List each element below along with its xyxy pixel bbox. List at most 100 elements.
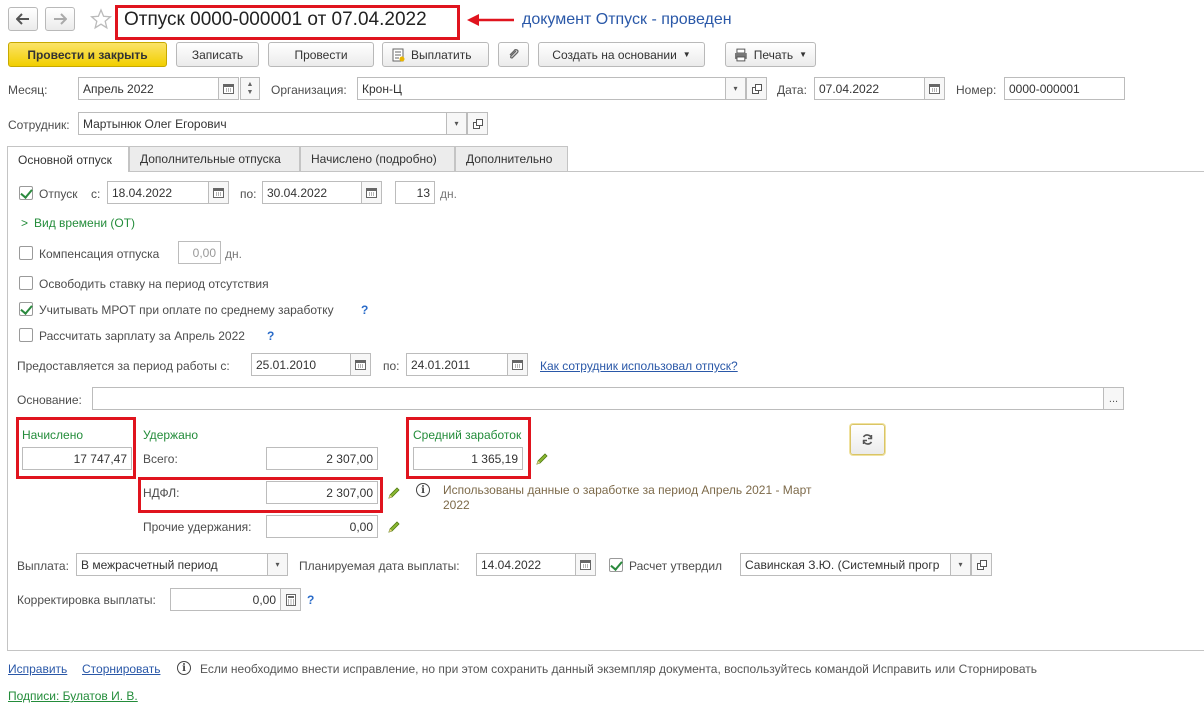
vacation-from-field[interactable]: 18.04.2022 [107, 181, 209, 204]
period-from-value: 25.01.2010 [256, 357, 317, 372]
employee-field[interactable]: Мартынюк Олег Егорович [78, 112, 447, 135]
favorite-star-icon[interactable] [90, 8, 112, 30]
month-calendar-button[interactable] [218, 77, 239, 100]
spin-down-icon: ▼ [246, 88, 254, 96]
chevron-down-icon: ▾ [275, 560, 280, 569]
vacation-from-label: с: [91, 187, 101, 201]
payment-correction-field[interactable]: 0,00 [170, 588, 281, 611]
organization-dropdown-button[interactable]: ▾ [725, 77, 746, 100]
approved-by-open-button[interactable] [971, 553, 992, 576]
compensation-field[interactable]: 0,00 [178, 241, 221, 264]
spin-up-icon: ▲ [246, 80, 254, 88]
period-to-label: по: [383, 359, 400, 373]
calc-salary-label: Рассчитать зарплату за Апрель 2022 [39, 329, 245, 343]
recalculate-button[interactable] [850, 424, 885, 455]
date-calendar-button[interactable] [924, 77, 945, 100]
compensation-checkbox[interactable] [19, 246, 33, 260]
vacation-to-label: по: [240, 187, 257, 201]
month-field[interactable]: Апрель 2022 [78, 77, 219, 100]
tab-accrued-detailed[interactable]: Начислено (подробно) [300, 146, 455, 171]
approved-by-dropdown-button[interactable]: ▾ [950, 553, 971, 576]
vacation-from-calendar-button[interactable] [208, 181, 229, 204]
fix-link[interactable]: Исправить [8, 662, 67, 676]
month-spin-button[interactable]: ▲ ▼ [240, 77, 260, 100]
date-field[interactable]: 07.04.2022 [814, 77, 925, 100]
vacation-usage-link[interactable]: Как сотрудник использовал отпуск? [540, 359, 738, 373]
period-from-field[interactable]: 25.01.2010 [251, 353, 351, 376]
organization-open-button[interactable] [746, 77, 767, 100]
payment-dropdown-button[interactable]: ▾ [267, 553, 288, 576]
period-to-field[interactable]: 24.01.2011 [406, 353, 508, 376]
print-button-label: Печать [753, 47, 794, 62]
vacation-days-unit: дн. [440, 187, 457, 201]
free-rate-checkbox[interactable] [19, 276, 33, 290]
refresh-icon [862, 434, 873, 445]
withheld-total-label: Всего: [143, 452, 178, 466]
pay-button[interactable]: Выплатить [382, 42, 489, 67]
create-based-on-label: Создать на основании [552, 47, 677, 62]
vacation-label: Отпуск [39, 187, 78, 201]
chevron-down-icon: ▼ [682, 50, 691, 59]
open-form-icon [751, 83, 762, 94]
attach-file-button[interactable] [498, 42, 529, 67]
back-button[interactable] [8, 7, 38, 31]
other-withholdings-field: 0,00 [266, 515, 378, 538]
period-from-calendar-button[interactable] [350, 353, 371, 376]
annotation-arrow-icon [467, 14, 514, 26]
basis-select-button[interactable]: ... [1103, 387, 1124, 410]
calc-salary-checkbox[interactable] [19, 328, 33, 342]
withheld-total-value: 2 307,00 [326, 451, 373, 466]
vacation-to-calendar-button[interactable] [361, 181, 382, 204]
withheld-total-field: 2 307,00 [266, 447, 378, 470]
calc-salary-help-icon[interactable]: ? [267, 329, 274, 343]
payment-correction-help-icon[interactable]: ? [307, 593, 314, 607]
create-based-on-button[interactable]: Создать на основании ▼ [538, 42, 705, 67]
ndfl-edit-pencil-icon[interactable] [387, 486, 401, 500]
info-icon: i [416, 483, 430, 497]
payment-correction-calculator-button[interactable] [280, 588, 301, 611]
approved-by-field[interactable]: Савинская З.Ю. (Системный прогр [740, 553, 951, 576]
calc-approved-checkbox[interactable] [609, 558, 623, 572]
signatures-link[interactable]: Подписи: Булатов И. В. [8, 689, 138, 703]
title-highlight-box [115, 5, 460, 40]
basis-label: Основание: [17, 393, 82, 407]
employee-open-button[interactable] [467, 112, 488, 135]
payment-value: В межрасчетный период [81, 557, 218, 572]
mrot-help-icon[interactable]: ? [361, 303, 368, 317]
calendar-icon [929, 84, 940, 94]
time-type-toggle[interactable]: > Вид времени (ОТ) [21, 216, 135, 230]
mrot-checkbox[interactable] [19, 302, 33, 316]
organization-field[interactable]: Крон-Ц [357, 77, 726, 100]
vacation-days-field[interactable]: 13 [395, 181, 435, 204]
calendar-icon [355, 360, 366, 370]
number-field[interactable]: 0000-000001 [1004, 77, 1125, 100]
print-button[interactable]: Печать ▼ [725, 42, 816, 67]
vacation-to-value: 30.04.2022 [267, 185, 328, 200]
avg-earnings-edit-pencil-icon[interactable] [535, 452, 549, 466]
compensation-value: 0,00 [192, 245, 216, 260]
reverse-link[interactable]: Сторнировать [82, 662, 160, 676]
period-to-calendar-button[interactable] [507, 353, 528, 376]
employee-dropdown-button[interactable]: ▾ [446, 112, 467, 135]
other-withholdings-edit-pencil-icon[interactable] [387, 520, 401, 534]
withheld-label: Удержано [143, 428, 199, 442]
avg-info-text-line1: Использованы данные о заработке за перио… [443, 483, 812, 497]
tab-main-vacation[interactable]: Основной отпуск [7, 146, 129, 172]
vacation-to-field[interactable]: 30.04.2022 [262, 181, 362, 204]
forward-button[interactable] [45, 7, 75, 31]
tab-additional-vacations[interactable]: Дополнительные отпуска [129, 146, 300, 171]
basis-field[interactable] [92, 387, 1104, 410]
post-button[interactable]: Провести [268, 42, 374, 67]
planned-date-calendar-button[interactable] [575, 553, 596, 576]
payment-field[interactable]: В межрасчетный период [76, 553, 268, 576]
chevron-right-icon: > [21, 216, 29, 230]
other-withholdings-label: Прочие удержания: [143, 520, 252, 534]
vacation-days-value: 13 [416, 185, 430, 200]
planned-date-field[interactable]: 14.04.2022 [476, 553, 576, 576]
vacation-checkbox[interactable] [19, 186, 33, 200]
post-and-close-button[interactable]: Провести и закрыть [8, 42, 167, 67]
free-rate-label: Освободить ставку на период отсутствия [39, 277, 269, 291]
employee-value: Мартынюк Олег Егорович [83, 116, 227, 131]
tab-additional[interactable]: Дополнительно [455, 146, 568, 171]
save-button[interactable]: Записать [176, 42, 259, 67]
